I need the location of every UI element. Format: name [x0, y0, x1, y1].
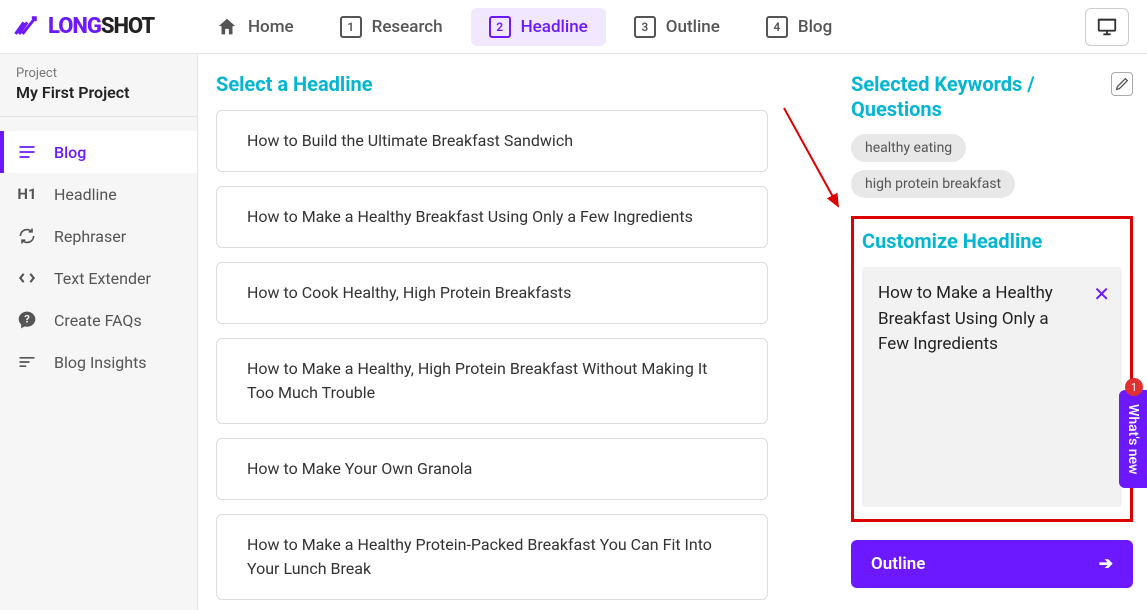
keyword-chip[interactable]: healthy eating — [851, 134, 966, 162]
nav-blog-label: Blog — [798, 17, 832, 37]
customize-headline-text: How to Make a Healthy Breakfast Using On… — [878, 281, 1106, 358]
keywords-header: Selected Keywords / Questions — [851, 72, 1133, 122]
customize-title: Customize Headline — [862, 229, 1122, 253]
step-2-icon: 2 — [489, 16, 511, 38]
refresh-icon — [16, 225, 38, 247]
right-panel: Selected Keywords / Questions healthy ea… — [837, 54, 1147, 610]
sidebar-item-create-faqs[interactable]: Create FAQs — [0, 299, 197, 341]
step-3-icon: 3 — [634, 16, 656, 38]
headline-card[interactable]: How to Make a Healthy Breakfast Using On… — [216, 186, 768, 248]
clear-headline-button[interactable]: ✕ — [1093, 279, 1110, 309]
top-bar: LONGSHOT Home 1 Research 2 Headline 3 Ou… — [0, 0, 1147, 54]
sidebar-item-label: Blog — [54, 143, 86, 162]
section-title: Select a Headline — [216, 72, 817, 96]
sidebar-item-label: Headline — [54, 185, 117, 204]
nav-outline[interactable]: 3 Outline — [616, 8, 738, 46]
sidebar-item-label: Create FAQs — [54, 311, 142, 330]
customize-headline-box: Customize Headline How to Make a Healthy… — [851, 216, 1133, 522]
nav-research-label: Research — [372, 17, 443, 37]
arrow-right-icon: ➔ — [1099, 554, 1113, 574]
customize-headline-input[interactable]: How to Make a Healthy Breakfast Using On… — [862, 267, 1122, 507]
home-icon — [216, 16, 238, 38]
whats-new-badge: 1 — [1125, 378, 1143, 396]
sidebar-item-headline[interactable]: H1 Headline — [0, 173, 197, 215]
headlines-list: How to Build the Ultimate Breakfast Sand… — [216, 110, 768, 610]
insights-icon — [16, 351, 38, 373]
blog-icon — [16, 141, 38, 163]
whats-new-label: What's new — [1125, 404, 1141, 474]
whats-new-button[interactable]: What's new — [1119, 390, 1147, 488]
nav-headline-label: Headline — [521, 17, 588, 37]
headline-card[interactable]: How to Build the Ultimate Breakfast Sand… — [216, 110, 768, 172]
nav-home-label: Home — [248, 17, 294, 37]
sidebar: Project My First Project Blog H1 Headlin… — [0, 54, 198, 610]
sidebar-item-label: Blog Insights — [54, 353, 147, 372]
presentation-icon — [1096, 16, 1118, 38]
pencil-icon — [1114, 76, 1130, 92]
logo[interactable]: LONGSHOT — [0, 13, 198, 41]
step-1-icon: 1 — [340, 16, 362, 38]
project-label: Project — [16, 66, 181, 81]
edit-keywords-button[interactable] — [1111, 72, 1133, 96]
presentation-button[interactable] — [1085, 8, 1129, 46]
project-name: My First Project — [16, 83, 181, 102]
nav-research[interactable]: 1 Research — [322, 8, 461, 46]
nav-home[interactable]: Home — [198, 8, 312, 46]
logo-icon — [8, 13, 44, 41]
chat-question-icon — [16, 309, 38, 331]
sidebar-item-blog[interactable]: Blog — [0, 131, 197, 173]
nav-headline[interactable]: 2 Headline — [471, 8, 606, 46]
sidebar-item-text-extender[interactable]: Text Extender — [0, 257, 197, 299]
project-box[interactable]: Project My First Project — [0, 54, 197, 117]
headline-card[interactable]: How to Make a Healthy, High Protein Brea… — [216, 338, 768, 424]
sidebar-item-label: Rephraser — [54, 227, 126, 246]
step-4-icon: 4 — [766, 16, 788, 38]
headline-card[interactable]: How to Make Your Own Granola — [216, 438, 768, 500]
keyword-chips: healthy eating high protein breakfast — [851, 134, 1133, 198]
logo-text-long: LONG — [48, 14, 101, 39]
main-layout: Project My First Project Blog H1 Headlin… — [0, 54, 1147, 610]
top-nav: Home 1 Research 2 Headline 3 Outline 4 B… — [198, 8, 1085, 46]
outline-button-label: Outline — [871, 554, 925, 574]
logo-text-shot: SHOT — [101, 14, 154, 39]
keyword-chip[interactable]: high protein breakfast — [851, 170, 1015, 198]
expand-icon — [16, 267, 38, 289]
keywords-title: Selected Keywords / Questions — [851, 72, 1111, 122]
headline-card[interactable]: How to Make a Healthy Protein-Packed Bre… — [216, 514, 768, 600]
sidebar-item-rephraser[interactable]: Rephraser — [0, 215, 197, 257]
sidebar-list: Blog H1 Headline Rephraser Text Extender… — [0, 117, 197, 383]
content-area: Select a Headline How to Build the Ultim… — [198, 54, 837, 610]
sidebar-item-label: Text Extender — [54, 269, 151, 288]
headline-card[interactable]: How to Cook Healthy, High Protein Breakf… — [216, 262, 768, 324]
outline-button[interactable]: Outline ➔ — [851, 540, 1133, 588]
h1-icon: H1 — [16, 183, 38, 205]
nav-outline-label: Outline — [666, 17, 720, 37]
nav-blog[interactable]: 4 Blog — [748, 8, 850, 46]
sidebar-item-blog-insights[interactable]: Blog Insights — [0, 341, 197, 383]
